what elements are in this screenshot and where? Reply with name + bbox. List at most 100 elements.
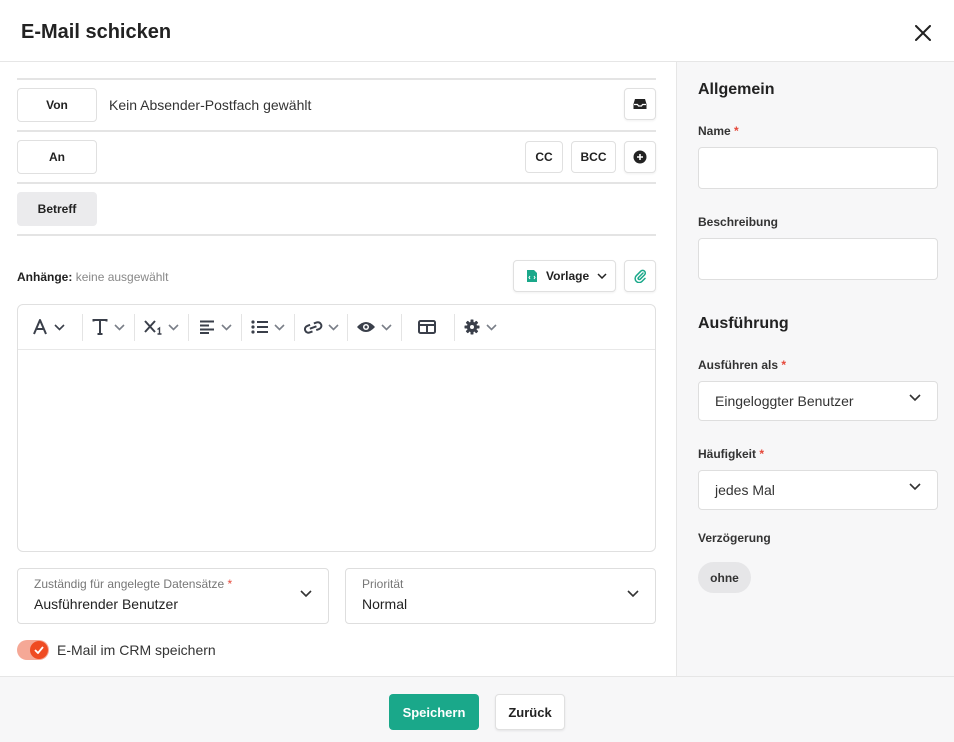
toolbar-settings[interactable] xyxy=(464,317,497,337)
template-label: Vorlage xyxy=(546,269,590,283)
toolbar-text-style[interactable] xyxy=(92,317,125,337)
toolbar-separator xyxy=(82,314,83,341)
frequency-select[interactable]: jedes Mal xyxy=(698,470,938,510)
from-value: Kein Absender-Postfach gewählt xyxy=(109,97,312,113)
priority-value: Normal xyxy=(362,596,408,612)
toolbar-separator xyxy=(401,314,402,341)
divider xyxy=(17,78,656,80)
toggle-knob xyxy=(30,641,48,659)
toolbar-link[interactable] xyxy=(303,317,339,337)
toolbar-subscript[interactable] xyxy=(144,317,179,337)
divider xyxy=(17,234,656,236)
text-icon xyxy=(92,319,108,335)
toolbar-separator xyxy=(294,314,295,341)
priority-select[interactable]: Priorität Normal xyxy=(345,568,656,624)
document-icon xyxy=(527,270,537,282)
required-marker: * xyxy=(781,358,787,372)
align-left-icon xyxy=(200,320,214,334)
attachments-label: Anhänge: xyxy=(17,270,73,284)
from-button[interactable]: Von xyxy=(17,88,97,122)
chevron-down-icon xyxy=(909,394,921,402)
save-button[interactable]: Speichern xyxy=(389,694,479,730)
chevron-down-icon xyxy=(221,323,232,331)
run-as-label: Ausführen als * xyxy=(698,358,787,372)
toolbar-separator xyxy=(134,314,135,341)
dialog-footer: Speichern Zurück xyxy=(0,676,954,742)
editor-content[interactable] xyxy=(18,351,655,551)
divider xyxy=(17,182,656,184)
close-button[interactable] xyxy=(910,20,936,46)
chevron-down-icon xyxy=(627,590,639,598)
add-recipient-button[interactable] xyxy=(624,141,656,173)
paperclip-icon xyxy=(634,269,646,283)
toolbar-separator xyxy=(241,314,242,341)
gear-icon xyxy=(464,319,480,335)
table-icon xyxy=(418,320,436,334)
responsible-select[interactable]: Zuständig für angelegte Datensätze * Aus… xyxy=(17,568,329,624)
run-as-value: Eingeloggter Benutzer xyxy=(715,393,854,409)
frequency-value: jedes Mal xyxy=(715,482,775,498)
mailbox-button[interactable] xyxy=(624,88,656,120)
chevron-down-icon xyxy=(168,323,179,331)
attach-button[interactable] xyxy=(624,260,656,292)
delay-chip[interactable]: ohne xyxy=(698,562,751,593)
general-heading: Allgemein xyxy=(698,81,775,98)
description-input[interactable] xyxy=(698,238,938,280)
save-crm-toggle[interactable] xyxy=(17,640,49,660)
editor-toolbar xyxy=(18,305,655,350)
toolbar-table[interactable] xyxy=(418,317,436,337)
list-icon xyxy=(251,320,268,334)
description-label: Beschreibung xyxy=(698,215,779,229)
to-button[interactable]: An xyxy=(17,140,97,174)
run-as-select[interactable]: Eingeloggter Benutzer xyxy=(698,381,938,421)
eye-icon xyxy=(357,322,375,332)
save-crm-label: E-Mail im CRM speichern xyxy=(57,642,216,658)
toolbar-align[interactable] xyxy=(199,317,232,337)
frequency-label: Häufigkeit * xyxy=(698,447,765,461)
divider xyxy=(17,130,656,132)
subject-button[interactable]: Betreff xyxy=(17,192,97,226)
inbox-icon xyxy=(633,99,647,109)
delay-label: Verzögerung xyxy=(698,531,771,545)
subscript-icon xyxy=(144,320,162,335)
chevron-down-icon xyxy=(328,323,339,331)
back-button[interactable]: Zurück xyxy=(495,694,565,730)
font-color-icon xyxy=(33,319,47,335)
toolbar-separator xyxy=(188,314,189,341)
responsible-label: Zuständig für angelegte Datensätze * xyxy=(34,577,233,591)
chevron-down-icon xyxy=(114,323,125,331)
dialog-title: E-Mail schicken xyxy=(21,21,172,43)
execution-heading: Ausführung xyxy=(698,315,789,332)
attachments-value: keine ausgewählt xyxy=(75,270,169,284)
attachments-info: Anhänge: keine ausgewählt xyxy=(17,270,168,284)
bcc-button[interactable]: BCC xyxy=(571,141,616,173)
required-marker: * xyxy=(759,447,765,461)
toolbar-separator xyxy=(454,314,455,341)
name-label: Name * xyxy=(698,124,739,138)
chevron-down-icon xyxy=(381,323,392,331)
close-icon xyxy=(915,25,931,41)
toolbar-font-color[interactable] xyxy=(32,317,65,337)
chevron-down-icon xyxy=(597,273,607,279)
chevron-down-icon xyxy=(909,483,921,491)
name-input[interactable] xyxy=(698,147,938,189)
template-button[interactable]: Vorlage xyxy=(513,260,616,292)
chevron-down-icon xyxy=(274,323,285,331)
required-marker: * xyxy=(227,577,233,591)
cc-button[interactable]: CC xyxy=(525,141,563,173)
dialog-header: E-Mail schicken xyxy=(0,0,954,62)
toolbar-preview[interactable] xyxy=(356,317,392,337)
toolbar-list[interactable] xyxy=(251,317,285,337)
priority-label: Priorität xyxy=(362,577,404,591)
link-icon xyxy=(303,321,323,334)
chevron-down-icon xyxy=(486,323,497,331)
plus-circle-icon xyxy=(633,150,647,164)
responsible-value: Ausführender Benutzer xyxy=(34,596,178,612)
chevron-down-icon xyxy=(54,323,65,331)
chevron-down-icon xyxy=(300,590,312,598)
toolbar-separator xyxy=(347,314,348,341)
required-marker: * xyxy=(734,124,739,138)
checkmark-icon xyxy=(34,646,44,654)
rich-text-editor xyxy=(17,304,656,552)
sidebar: Allgemein Name * Beschreibung Ausführung… xyxy=(676,62,954,676)
